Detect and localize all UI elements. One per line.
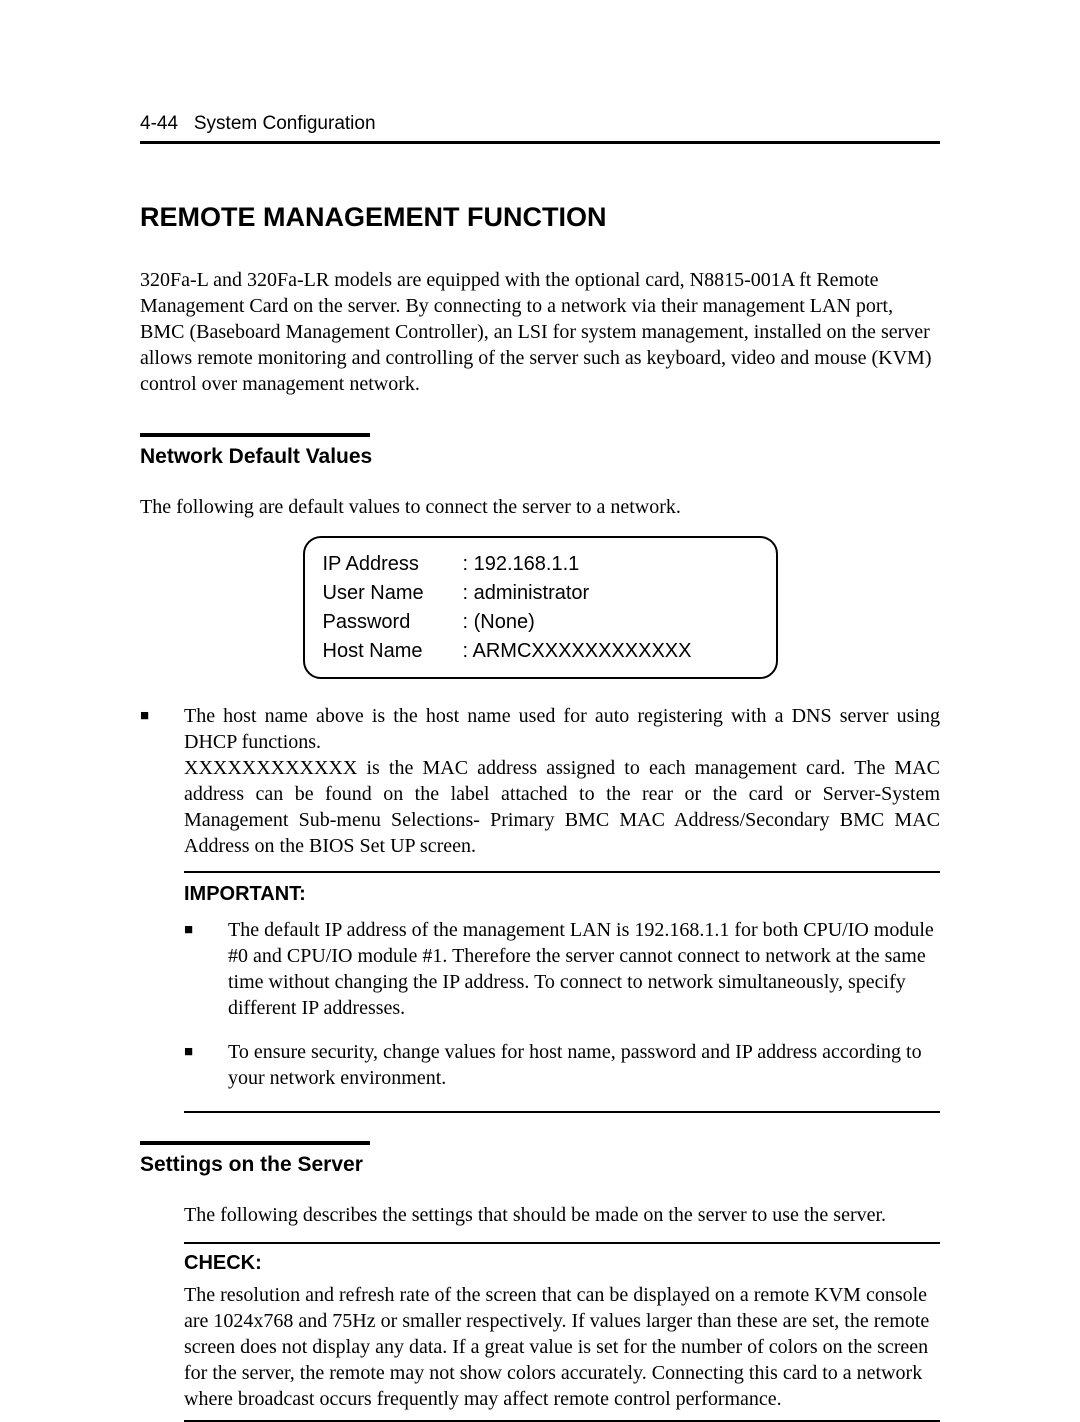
defaults-row: Password : (None) (323, 609, 758, 635)
page-number: 4-44 (140, 113, 178, 134)
defaults-value: : administrator (463, 580, 590, 606)
check-block: CHECK: The resolution and refresh rate o… (184, 1242, 940, 1422)
defaults-value: : (None) (463, 609, 535, 635)
defaults-row: User Name : administrator (323, 580, 758, 606)
settings-lead: The following describes the settings tha… (184, 1202, 940, 1228)
chapter-title: System Configuration (194, 113, 376, 134)
important-title: IMPORTANT: (184, 881, 940, 907)
defaults-label: Host Name (323, 638, 463, 664)
defaults-label: IP Address (323, 551, 463, 577)
defaults-value: : 192.168.1.1 (463, 551, 580, 577)
page-header: 4-44 System Configuration (140, 112, 940, 137)
important-list: ■ The default IP address of the manageme… (184, 917, 940, 1091)
note-list: ■ The host name above is the host name u… (140, 703, 940, 859)
check-title: CHECK: (184, 1250, 940, 1276)
important-item-text: To ensure security, change values for ho… (228, 1039, 940, 1091)
check-body: The resolution and refresh rate of the s… (184, 1282, 940, 1412)
defaults-value: : ARMCXXXXXXXXXXXX (463, 638, 692, 664)
subheading-network-defaults: Network Default Values (140, 443, 940, 470)
defaults-row: Host Name : ARMCXXXXXXXXXXXX (323, 638, 758, 664)
defaults-row: IP Address : 192.168.1.1 (323, 551, 758, 577)
square-bullet-icon: ■ (184, 917, 228, 943)
list-item: ■ The default IP address of the manageme… (184, 917, 940, 1021)
section-rule (140, 1141, 370, 1145)
defaults-label: User Name (323, 580, 463, 606)
square-bullet-icon: ■ (140, 703, 184, 729)
list-item: ■ The host name above is the host name u… (140, 703, 940, 859)
header-rule (140, 141, 940, 144)
page-title: REMOTE MANAGEMENT FUNCTION (140, 200, 940, 235)
list-item: ■ To ensure security, change values for … (184, 1039, 940, 1091)
note-text: The host name above is the host name use… (184, 703, 940, 859)
subheading-settings: Settings on the Server (140, 1151, 940, 1178)
section-rule (140, 433, 370, 437)
defaults-box: IP Address : 192.168.1.1 User Name : adm… (303, 536, 778, 679)
intro-paragraph: 320Fa-L and 320Fa-LR models are equipped… (140, 267, 940, 397)
important-block: IMPORTANT: ■ The default IP address of t… (184, 871, 940, 1113)
important-item-text: The default IP address of the management… (228, 917, 940, 1021)
network-defaults-lead: The following are default values to conn… (140, 494, 940, 520)
square-bullet-icon: ■ (184, 1039, 228, 1065)
defaults-label: Password (323, 609, 463, 635)
